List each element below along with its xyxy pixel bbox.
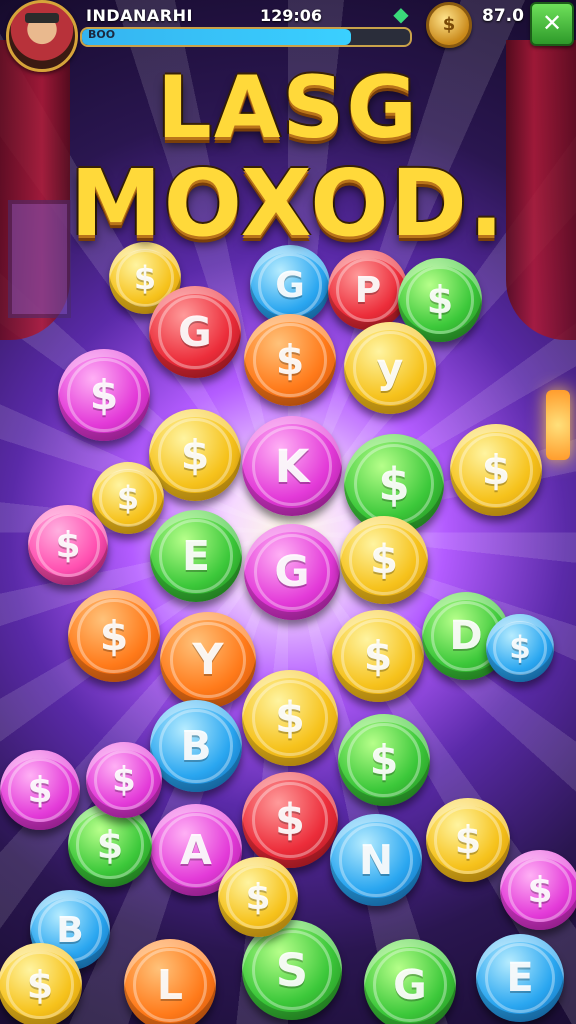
title-line-1: LASG [157, 58, 419, 158]
coin-p[interactable]: P [328, 250, 408, 330]
coin-dollar[interactable]: $ [338, 714, 430, 806]
player-name: INDANARHI [86, 6, 193, 25]
coin-dollar[interactable]: $ [426, 798, 510, 882]
coin-l[interactable]: L [124, 939, 216, 1024]
coin-e[interactable]: E [476, 934, 564, 1022]
coin-n[interactable]: N [330, 814, 422, 906]
coin-icon: $ [426, 2, 472, 48]
coin-y[interactable]: Y [160, 612, 256, 708]
coin-dollar[interactable]: $ [332, 610, 424, 702]
coin-dollar[interactable]: $ [58, 349, 150, 441]
coin-k[interactable]: K [242, 416, 342, 516]
title-line-2: MOXOD. [70, 150, 506, 257]
coin-g[interactable]: G [364, 939, 456, 1024]
avatar-hat-icon [25, 13, 59, 23]
xp-progress-bar [80, 27, 412, 47]
coin-dollar[interactable]: $ [86, 742, 162, 818]
coin-dollar[interactable]: $ [92, 462, 164, 534]
coin-dollar[interactable]: $ [244, 314, 336, 406]
coin-dollar[interactable]: $ [242, 670, 338, 766]
top-hud: INDANARHI BOO 129:06 ◆ $ 87.0 ✕ [0, 0, 576, 72]
coin-dollar[interactable]: $ [0, 943, 82, 1024]
coin-dollar[interactable]: $ [149, 409, 241, 501]
xp-progress-fill [82, 29, 351, 45]
coin-y[interactable]: y [344, 322, 436, 414]
coin-g[interactable]: G [250, 245, 330, 325]
coin-g[interactable]: G [244, 524, 340, 620]
xp-label: BOO [88, 28, 116, 41]
coin-dollar[interactable]: $ [68, 590, 160, 682]
coin-dollar[interactable]: $ [450, 424, 542, 516]
coin-dollar[interactable]: $ [218, 857, 298, 937]
coin-dollar[interactable]: $ [242, 772, 338, 868]
coin-g[interactable]: G [149, 286, 241, 378]
coin-dollar[interactable]: $ [500, 850, 576, 930]
coin-count: 87.0 [482, 6, 524, 26]
coin-dollar[interactable]: $ [28, 505, 108, 585]
coin-b[interactable]: B [150, 700, 242, 792]
coin-dollar[interactable]: $ [486, 614, 554, 682]
close-button[interactable]: ✕ [530, 2, 574, 46]
player-avatar[interactable] [6, 0, 78, 72]
timer-readout: 129:06 [260, 6, 323, 25]
game-screen: G P $ $ G $ y $ $ K $ $ $ $ E G $ $ Y $ D $ B $ $ $ $ A $ N $ $ B $ L S G E $ $… [0, 0, 576, 1024]
game-title: LASG MOXOD. [0, 62, 576, 254]
coin-dollar[interactable]: $ [340, 516, 428, 604]
coin-dollar[interactable]: $ [0, 750, 80, 830]
gem-icon[interactable]: ◆ [388, 2, 414, 26]
coin-e[interactable]: E [150, 510, 242, 602]
